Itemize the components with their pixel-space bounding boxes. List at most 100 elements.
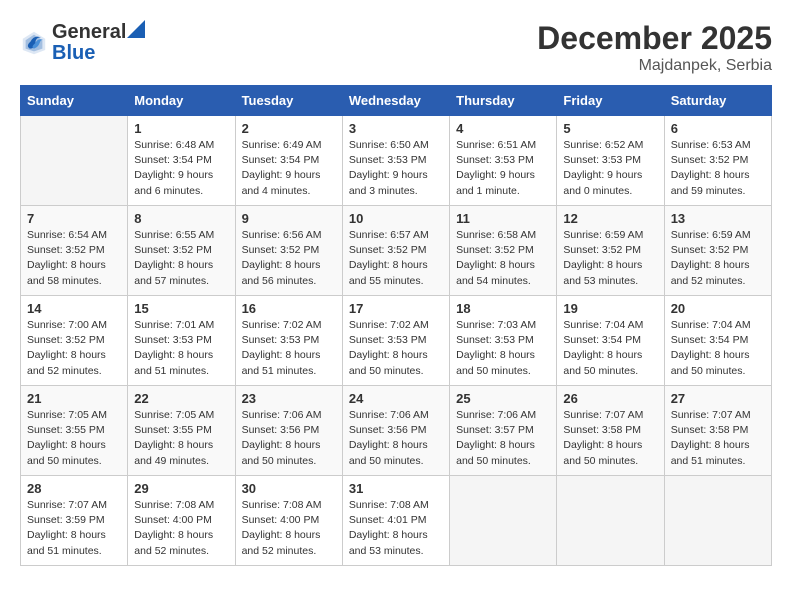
day-info: Sunrise: 6:57 AM Sunset: 3:52 PM Dayligh… (349, 228, 443, 289)
day-number: 22 (134, 391, 228, 406)
week-row-2: 7 Sunrise: 6:54 AM Sunset: 3:52 PM Daylig… (21, 206, 772, 296)
col-header-thursday: Thursday (450, 86, 557, 116)
calendar-cell: 14 Sunrise: 7:00 AM Sunset: 3:52 PM Dayli… (21, 296, 128, 386)
week-row-4: 21 Sunrise: 7:05 AM Sunset: 3:55 PM Dayli… (21, 386, 772, 476)
day-info: Sunrise: 7:05 AM Sunset: 3:55 PM Dayligh… (27, 408, 121, 469)
day-info: Sunrise: 7:04 AM Sunset: 3:54 PM Dayligh… (671, 318, 765, 379)
day-number: 17 (349, 301, 443, 316)
location-subtitle: Majdanpek, Serbia (537, 57, 772, 75)
day-info: Sunrise: 7:07 AM Sunset: 3:58 PM Dayligh… (671, 408, 765, 469)
calendar-cell: 21 Sunrise: 7:05 AM Sunset: 3:55 PM Dayli… (21, 386, 128, 476)
calendar-cell: 8Sunrise: 6:55 AM Sunset: 3:52 PM Daylig… (128, 206, 235, 296)
day-number: 28 (27, 481, 121, 496)
col-header-sunday: Sunday (21, 86, 128, 116)
day-info: Sunrise: 7:07 AM Sunset: 3:59 PM Dayligh… (27, 498, 121, 559)
calendar-cell: 1 Sunrise: 6:48 AM Sunset: 3:54 PM Daylig… (128, 116, 235, 206)
calendar-cell: 23 Sunrise: 7:06 AM Sunset: 3:56 PM Dayli… (235, 386, 342, 476)
day-info: Sunrise: 7:07 AM Sunset: 3:58 PM Dayligh… (563, 408, 657, 469)
calendar-cell: 3 Sunrise: 6:50 AM Sunset: 3:53 PM Daylig… (342, 116, 449, 206)
calendar-table: SundayMondayTuesdayWednesdayThursdayFrid… (20, 85, 772, 566)
week-row-3: 14 Sunrise: 7:00 AM Sunset: 3:52 PM Dayli… (21, 296, 772, 386)
day-number: 6 (671, 121, 765, 136)
day-number: 26 (563, 391, 657, 406)
calendar-cell: 7 Sunrise: 6:54 AM Sunset: 3:52 PM Daylig… (21, 206, 128, 296)
day-number: 24 (349, 391, 443, 406)
day-info: Sunrise: 6:50 AM Sunset: 3:53 PM Dayligh… (349, 138, 443, 199)
col-header-tuesday: Tuesday (235, 86, 342, 116)
day-info: Sunrise: 6:48 AM Sunset: 3:54 PM Dayligh… (134, 138, 228, 199)
day-number: 31 (349, 481, 443, 496)
day-info: Sunrise: 7:06 AM Sunset: 3:56 PM Dayligh… (242, 408, 336, 469)
day-info: Sunrise: 7:06 AM Sunset: 3:57 PM Dayligh… (456, 408, 550, 469)
calendar-cell: 28 Sunrise: 7:07 AM Sunset: 3:59 PM Dayli… (21, 476, 128, 566)
week-row-5: 28 Sunrise: 7:07 AM Sunset: 3:59 PM Dayli… (21, 476, 772, 566)
logo-blue: Blue (52, 42, 145, 65)
day-number: 16 (242, 301, 336, 316)
day-info: Sunrise: 6:54 AM Sunset: 3:52 PM Dayligh… (27, 228, 121, 289)
day-number: 30 (242, 481, 336, 496)
day-number: 2 (242, 121, 336, 136)
month-year-title: December 2025 (537, 20, 772, 57)
page-header: General Blue December 2025 Majdanpek, Se… (20, 20, 772, 75)
day-number: 29 (134, 481, 228, 496)
logo-triangle-icon (127, 20, 145, 38)
day-number: 9 (242, 211, 336, 226)
logo: General Blue (20, 20, 145, 65)
calendar-cell: 22 Sunrise: 7:05 AM Sunset: 3:55 PM Dayli… (128, 386, 235, 476)
day-info: Sunrise: 7:04 AM Sunset: 3:54 PM Dayligh… (563, 318, 657, 379)
calendar-cell: 4Sunrise: 6:51 AM Sunset: 3:53 PM Daylig… (450, 116, 557, 206)
day-info: Sunrise: 7:08 AM Sunset: 4:00 PM Dayligh… (134, 498, 228, 559)
week-row-1: 1 Sunrise: 6:48 AM Sunset: 3:54 PM Daylig… (21, 116, 772, 206)
logo-general: General (52, 21, 126, 44)
day-number: 14 (27, 301, 121, 316)
day-info: Sunrise: 7:02 AM Sunset: 3:53 PM Dayligh… (242, 318, 336, 379)
col-header-friday: Friday (557, 86, 664, 116)
calendar-cell: 31 Sunrise: 7:08 AM Sunset: 4:01 PM Dayli… (342, 476, 449, 566)
calendar-cell (450, 476, 557, 566)
day-info: Sunrise: 7:08 AM Sunset: 4:00 PM Dayligh… (242, 498, 336, 559)
col-header-wednesday: Wednesday (342, 86, 449, 116)
day-info: Sunrise: 7:05 AM Sunset: 3:55 PM Dayligh… (134, 408, 228, 469)
day-info: Sunrise: 7:03 AM Sunset: 3:53 PM Dayligh… (456, 318, 550, 379)
day-info: Sunrise: 6:56 AM Sunset: 3:52 PM Dayligh… (242, 228, 336, 289)
calendar-cell: 16 Sunrise: 7:02 AM Sunset: 3:53 PM Dayli… (235, 296, 342, 386)
calendar-cell: 18 Sunrise: 7:03 AM Sunset: 3:53 PM Dayli… (450, 296, 557, 386)
day-number: 18 (456, 301, 550, 316)
day-number: 21 (27, 391, 121, 406)
calendar-cell: 2 Sunrise: 6:49 AM Sunset: 3:54 PM Daylig… (235, 116, 342, 206)
day-number: 11 (456, 211, 550, 226)
calendar-cell: 5 Sunrise: 6:52 AM Sunset: 3:53 PM Daylig… (557, 116, 664, 206)
header-row: SundayMondayTuesdayWednesdayThursdayFrid… (21, 86, 772, 116)
day-number: 23 (242, 391, 336, 406)
day-number: 12 (563, 211, 657, 226)
calendar-cell (557, 476, 664, 566)
calendar-cell: 6Sunrise: 6:53 AM Sunset: 3:52 PM Daylig… (664, 116, 771, 206)
day-number: 19 (563, 301, 657, 316)
day-number: 10 (349, 211, 443, 226)
calendar-cell: 30 Sunrise: 7:08 AM Sunset: 4:00 PM Dayli… (235, 476, 342, 566)
day-info: Sunrise: 6:59 AM Sunset: 3:52 PM Dayligh… (563, 228, 657, 289)
day-number: 1 (134, 121, 228, 136)
calendar-cell: 20Sunrise: 7:04 AM Sunset: 3:54 PM Dayli… (664, 296, 771, 386)
day-info: Sunrise: 7:01 AM Sunset: 3:53 PM Dayligh… (134, 318, 228, 379)
calendar-cell: 25 Sunrise: 7:06 AM Sunset: 3:57 PM Dayli… (450, 386, 557, 476)
col-header-monday: Monday (128, 86, 235, 116)
calendar-cell: 11Sunrise: 6:58 AM Sunset: 3:52 PM Dayli… (450, 206, 557, 296)
day-number: 13 (671, 211, 765, 226)
day-number: 3 (349, 121, 443, 136)
calendar-cell: 26 Sunrise: 7:07 AM Sunset: 3:58 PM Dayli… (557, 386, 664, 476)
calendar-cell (21, 116, 128, 206)
day-info: Sunrise: 7:08 AM Sunset: 4:01 PM Dayligh… (349, 498, 443, 559)
day-info: Sunrise: 6:49 AM Sunset: 3:54 PM Dayligh… (242, 138, 336, 199)
calendar-cell: 13 Sunrise: 6:59 AM Sunset: 3:52 PM Dayli… (664, 206, 771, 296)
day-number: 8 (134, 211, 228, 226)
logo-icon (20, 29, 48, 57)
day-info: Sunrise: 6:52 AM Sunset: 3:53 PM Dayligh… (563, 138, 657, 199)
day-info: Sunrise: 7:00 AM Sunset: 3:52 PM Dayligh… (27, 318, 121, 379)
calendar-cell: 9 Sunrise: 6:56 AM Sunset: 3:52 PM Daylig… (235, 206, 342, 296)
day-number: 7 (27, 211, 121, 226)
day-info: Sunrise: 6:59 AM Sunset: 3:52 PM Dayligh… (671, 228, 765, 289)
calendar-cell: 17Sunrise: 7:02 AM Sunset: 3:53 PM Dayli… (342, 296, 449, 386)
day-number: 5 (563, 121, 657, 136)
day-number: 25 (456, 391, 550, 406)
